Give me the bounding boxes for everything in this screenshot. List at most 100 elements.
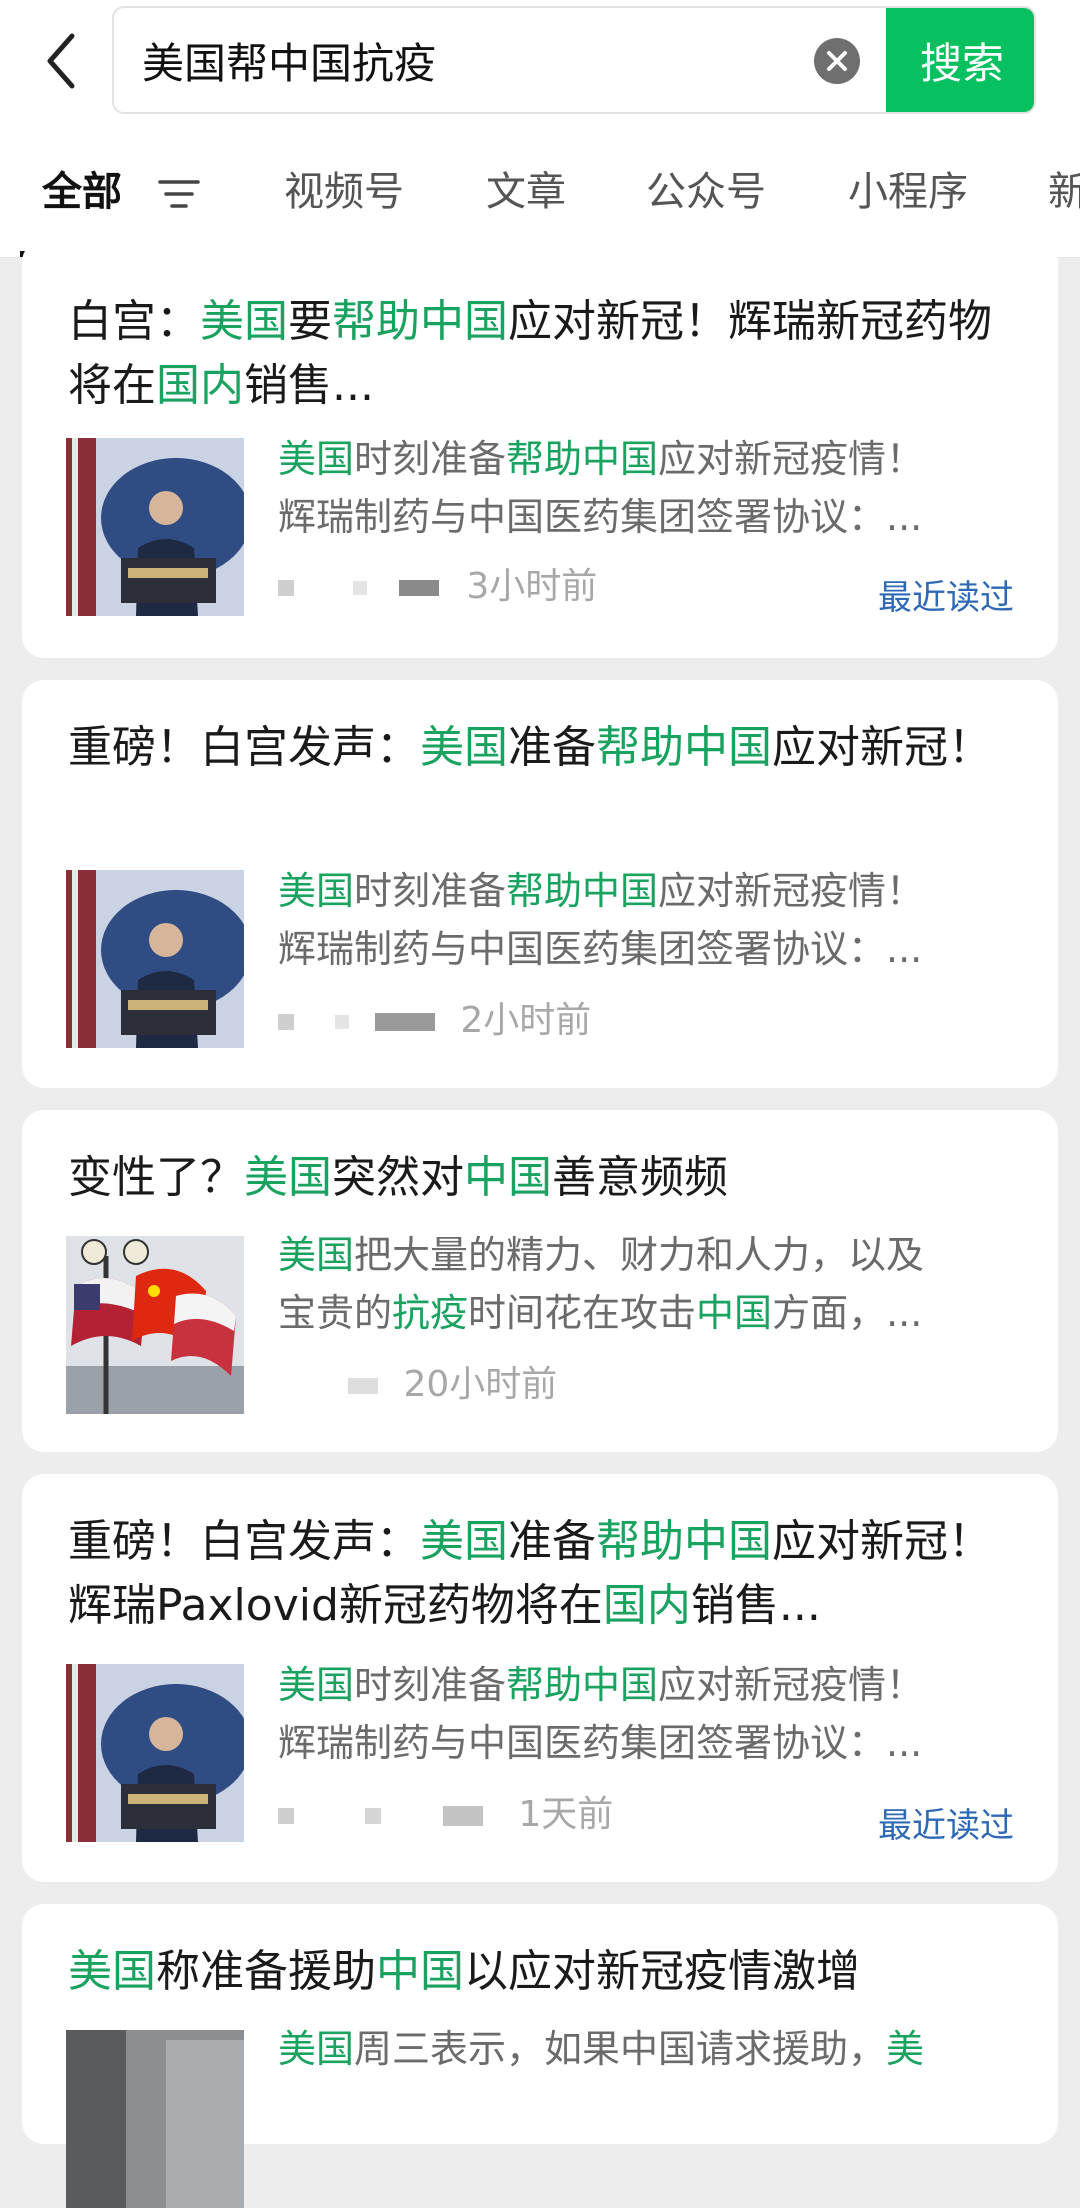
- snippet-line: 美国周三表示，如果中国请求援助，美: [278, 2020, 1018, 2078]
- text-segment: 善意频频: [552, 1152, 728, 1203]
- result-meta: 3小时前: [278, 562, 597, 612]
- text-segment: 应对新冠！辉瑞新冠: [508, 296, 904, 347]
- text-segment: 要: [288, 296, 332, 347]
- highlighted-keyword: 美国: [200, 296, 288, 347]
- thumbnail-image: [66, 2030, 244, 2208]
- highlighted-keyword: 中国: [696, 1291, 773, 1335]
- result-time: 2小时前: [460, 1000, 592, 1041]
- tab-official-accounts[interactable]: 公众号: [646, 167, 766, 217]
- result-snippet: 美国时刻准备帮助中国应对新冠疫情！ 辉瑞制药与中国医药集团签署协议：...: [278, 862, 1018, 978]
- filter-icon[interactable]: [158, 177, 200, 211]
- highlighted-keyword: 美国: [244, 1152, 332, 1203]
- result-title[interactable]: 白宫：美国要帮助中国应对新冠！辉瑞新冠药物将在国内销售...: [68, 290, 1008, 418]
- tab-more[interactable]: 新: [1048, 167, 1080, 217]
- highlighted-keyword: 美: [886, 2027, 925, 2071]
- result-title[interactable]: 变性了？美国突然对中国善意频频: [68, 1146, 1008, 1210]
- thumbnail-image: [66, 438, 244, 616]
- highlighted-keyword: 美国: [278, 1233, 355, 1277]
- search-button[interactable]: 搜索: [886, 8, 1034, 112]
- text-segment: 应对新冠疫情！: [658, 1663, 925, 1707]
- snippet-line: 美国时刻准备帮助中国应对新冠疫情！: [278, 1656, 1018, 1714]
- text-segment: 周三表示，如果中国请求援助，: [354, 2027, 887, 2071]
- result-meta: 1天前: [278, 1790, 613, 1840]
- thumbnail-image: [66, 1236, 244, 1414]
- text-segment: 准备: [508, 722, 596, 773]
- highlighted-keyword: 帮助中国: [596, 722, 772, 773]
- result-snippet: 美国周三表示，如果中国请求援助，美: [278, 2020, 1018, 2078]
- result-card[interactable]: 美国称准备援助中国以应对新冠疫情激增 美国周三表示，如果中国请求援助，美: [22, 1904, 1058, 2208]
- recently-read-label: 最近读过: [878, 1806, 1014, 1846]
- snippet-line: 美国把大量的精力、财力和人力，以及: [278, 1226, 1018, 1284]
- highlighted-keyword: 中国: [464, 1152, 552, 1203]
- highlighted-keyword: 帮助中国: [506, 437, 659, 481]
- highlighted-keyword: 国内: [602, 1580, 691, 1631]
- highlighted-keyword: 美国: [68, 1946, 156, 1997]
- text-segment: 辉瑞制药与中国医药集团签署协议：...: [278, 495, 923, 539]
- highlighted-keyword: 帮助中国: [506, 1663, 659, 1707]
- thumbnail-image: [66, 1664, 244, 1842]
- tab-channels[interactable]: 视频号: [284, 167, 404, 217]
- text-segment: 准备: [508, 1516, 596, 1567]
- text-segment: 时间花在攻击: [468, 1291, 697, 1335]
- search-box: 搜索: [112, 6, 1036, 114]
- text-segment: 应对新冠疫情！: [658, 437, 925, 481]
- text-segment: 重磅！白宫发声：: [68, 1516, 420, 1567]
- result-title[interactable]: 重磅！白宫发声：美国准备帮助中国应对新冠！辉瑞Paxlovid新冠药物将在国内销…: [68, 1510, 1008, 1638]
- snippet-line: 辉瑞制药与中国医药集团签署协议：...: [278, 920, 1018, 978]
- blurred-source: [278, 580, 294, 596]
- category-tabs: 全部 视频号 文章 公众号 小程序 新: [0, 125, 1080, 258]
- result-card[interactable]: 白宫：美国要帮助中国应对新冠！辉瑞新冠药物将在国内销售... 美国时刻准备帮助中…: [22, 240, 1058, 658]
- result-meta: 2小时前: [278, 996, 591, 1046]
- text-segment: 应对新: [772, 1516, 904, 1567]
- tab-articles[interactable]: 文章: [486, 167, 566, 217]
- tab-all[interactable]: 全部: [42, 167, 122, 217]
- highlighted-keyword: 美国: [278, 2027, 355, 2071]
- result-card[interactable]: 重磅！白宫发声：美国准备帮助中国应对新冠！ 美国时刻准备帮助中国应对新冠疫情！辉…: [22, 680, 1058, 1088]
- blurred-source: [278, 1808, 294, 1824]
- result-title[interactable]: 重磅！白宫发声：美国准备帮助中国应对新冠！: [68, 716, 1008, 780]
- text-segment: 以应对新冠疫情激增: [464, 1946, 860, 1997]
- result-title[interactable]: 美国称准备援助中国以应对新冠疫情激增: [68, 1940, 1008, 2004]
- text-segment: 销售...: [244, 360, 374, 411]
- result-meta: 20小时前: [278, 1360, 557, 1410]
- result-card[interactable]: 重磅！白宫发声：美国准备帮助中国应对新冠！辉瑞Paxlovid新冠药物将在国内销…: [22, 1474, 1058, 1882]
- highlighted-keyword: 帮助中国: [332, 296, 508, 347]
- snippet-line: 美国时刻准备帮助中国应对新冠疫情！: [278, 430, 1018, 488]
- blurred-source: [278, 1014, 294, 1030]
- text-segment: 称准备援助: [156, 1946, 376, 1997]
- text-segment: 把大量的精力、财力和人力，以及: [354, 1233, 925, 1277]
- search-input[interactable]: [142, 8, 802, 112]
- highlighted-keyword: 美国: [278, 1663, 355, 1707]
- text-segment: 白宫：: [68, 296, 200, 347]
- clear-search-icon[interactable]: [814, 38, 860, 84]
- highlighted-keyword: 美国: [420, 722, 508, 773]
- back-arrow-icon[interactable]: [38, 28, 86, 94]
- search-header: 搜索: [0, 0, 1080, 125]
- text-segment: 重磅！白宫发声：: [68, 722, 420, 773]
- recently-read-label: 最近读过: [878, 578, 1014, 618]
- blurred-source: [348, 1378, 378, 1394]
- result-time: 3小时前: [466, 566, 598, 607]
- text-segment: 时刻准备: [354, 869, 507, 913]
- snippet-line: 辉瑞制药与中国医药集团签署协议：...: [278, 488, 1018, 546]
- text-segment: 时刻准备: [354, 1663, 507, 1707]
- text-segment: 应对新冠！: [772, 722, 992, 773]
- result-card[interactable]: 变性了？美国突然对中国善意频频 美国把大量的精力、财力和人力，以及 宝贵的抗疫时间…: [22, 1110, 1058, 1452]
- highlighted-keyword: 美国: [278, 437, 355, 481]
- result-snippet: 美国时刻准备帮助中国应对新冠疫情！ 辉瑞制药与中国医药集团签署协议：...: [278, 1656, 1018, 1772]
- text-segment: 时刻准备: [354, 437, 507, 481]
- text-segment: 辉瑞制药与中国医药集团签署协议：...: [278, 927, 923, 971]
- highlighted-keyword: 美国: [420, 1516, 508, 1567]
- snippet-line: 美国时刻准备帮助中国应对新冠疫情！: [278, 862, 1018, 920]
- result-time: 1天前: [518, 1794, 614, 1835]
- highlighted-keyword: 帮助中国: [506, 869, 659, 913]
- tab-mini-programs[interactable]: 小程序: [848, 167, 968, 217]
- text-segment: 辉瑞制药与中国医药集团签署协议：...: [278, 1721, 923, 1765]
- text-segment: 方面，...: [772, 1291, 923, 1335]
- highlighted-keyword: 抗疫: [392, 1291, 469, 1335]
- snippet-line: 宝贵的抗疫时间花在攻击中国方面，...: [278, 1284, 1018, 1342]
- result-time: 20小时前: [403, 1364, 558, 1405]
- result-snippet: 美国时刻准备帮助中国应对新冠疫情！ 辉瑞制药与中国医药集团签署协议：...: [278, 430, 1018, 546]
- highlighted-keyword: 帮助中国: [596, 1516, 772, 1567]
- text-segment: 突然对: [332, 1152, 464, 1203]
